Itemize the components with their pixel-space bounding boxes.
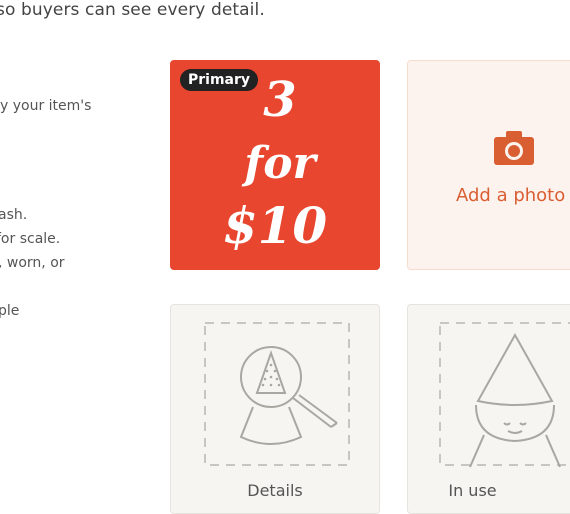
in-use-photo-slot[interactable]: In use xyxy=(407,304,570,514)
tip-line-5: ple xyxy=(0,303,20,319)
promo-text-line-3: $10 xyxy=(222,196,328,255)
tip-line-3: for scale. xyxy=(0,231,61,247)
tip-line-1: y your item's xyxy=(0,98,92,114)
intro-text: so buyers can see every detail. xyxy=(0,0,265,20)
primary-badge: Primary xyxy=(180,69,259,91)
add-photo-label: Add a photo xyxy=(456,185,566,206)
add-photo-button[interactable]: Add a photo xyxy=(407,60,570,270)
details-photo-slot[interactable]: Details xyxy=(170,304,380,514)
tip-line-2: ash. xyxy=(0,207,28,223)
primary-photo-card[interactable]: Primary 3 for $10 xyxy=(170,60,380,270)
tip-line-4: , worn, or xyxy=(0,255,65,271)
in-use-label: In use xyxy=(448,481,497,500)
promo-text-line-2: for xyxy=(244,138,316,189)
details-label: Details xyxy=(247,481,303,500)
camera-icon xyxy=(494,131,534,165)
promo-text-line-1: 3 xyxy=(263,72,297,128)
